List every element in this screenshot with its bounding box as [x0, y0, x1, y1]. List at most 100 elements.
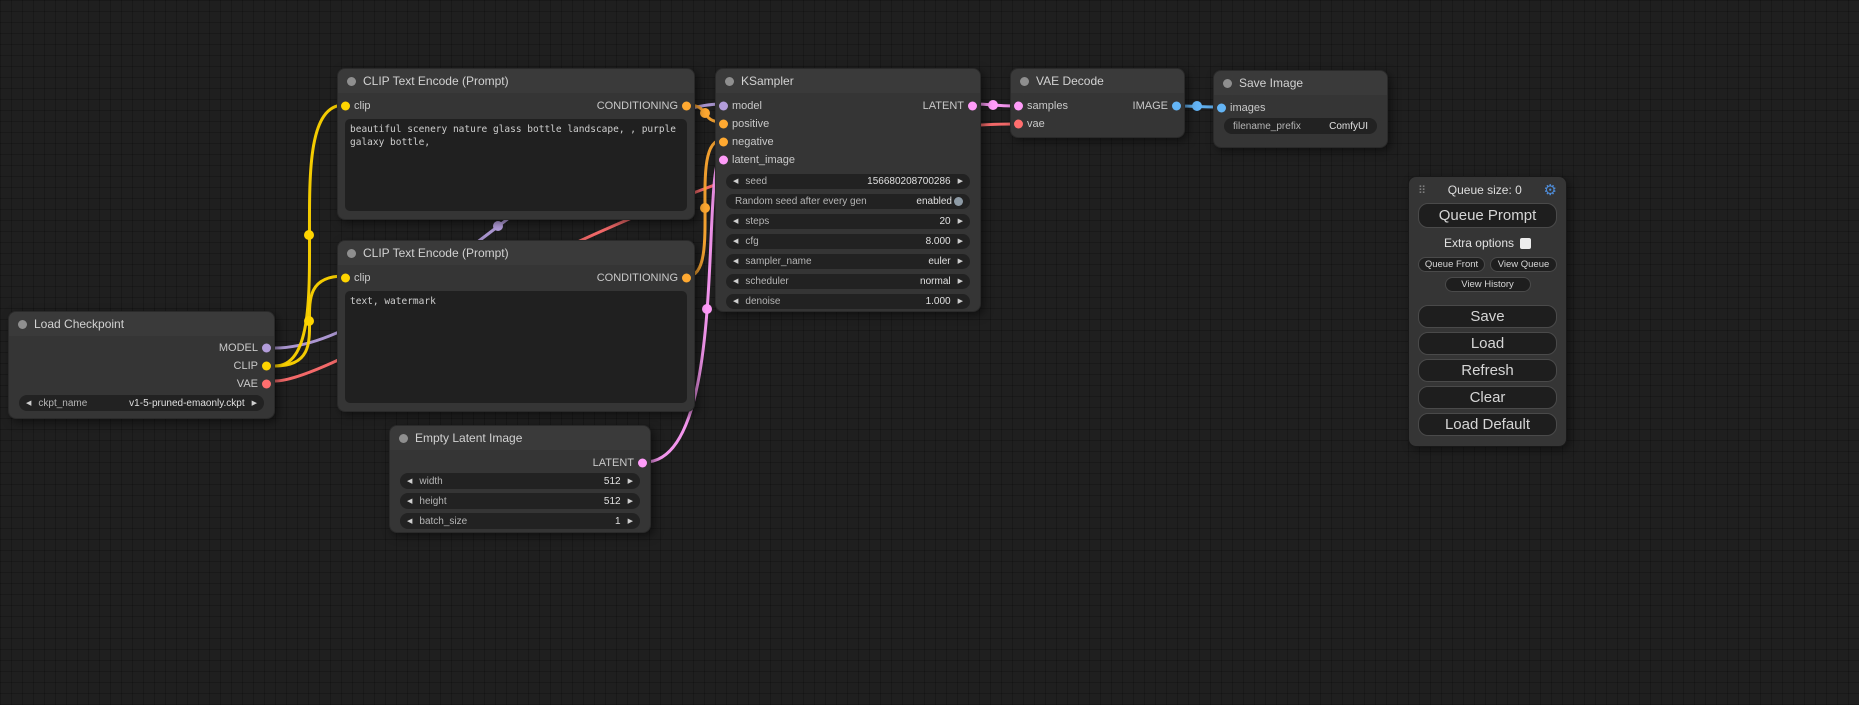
node-title-bar[interactable]: KSampler [716, 69, 980, 93]
increment-arrow-icon[interactable]: ▶ [958, 278, 963, 285]
link-model-midpoint [493, 221, 503, 231]
node-empty-latent-image[interactable]: Empty Latent Image LATENT ◀ width 512 ▶ … [389, 425, 651, 533]
increment-arrow-icon[interactable]: ▶ [958, 258, 963, 265]
widget-random-seed-toggle[interactable]: Random seed after every gen enabled [726, 194, 970, 209]
increment-arrow-icon[interactable]: ▶ [252, 400, 257, 407]
widget-batch-size[interactable]: ◀ batch_size 1 ▶ [400, 513, 640, 529]
decrement-arrow-icon[interactable]: ◀ [407, 498, 412, 505]
widget-ckpt-name[interactable]: ◀ ckpt_name v1-5-pruned-emaonly.ckpt ▶ [19, 395, 264, 411]
increment-arrow-icon[interactable]: ▶ [628, 478, 633, 485]
widget-height[interactable]: ◀ height 512 ▶ [400, 493, 640, 509]
decrement-arrow-icon[interactable]: ◀ [733, 258, 738, 265]
increment-arrow-icon[interactable]: ▶ [628, 518, 633, 525]
node-save-image[interactable]: Save Image images filename_prefix ComfyU… [1213, 70, 1388, 148]
output-slot-clip: CLIP [9, 357, 274, 375]
prompt-textarea[interactable]: beautiful scenery nature glass bottle la… [345, 119, 687, 211]
node-ksampler[interactable]: KSampler model LATENT positive negative … [715, 68, 981, 312]
increment-arrow-icon[interactable]: ▶ [958, 238, 963, 245]
slot-dot-image-output[interactable] [1172, 102, 1181, 111]
node-title-bar[interactable]: CLIP Text Encode (Prompt) [338, 69, 694, 93]
slot-label-model-input: model [732, 100, 762, 112]
node-title-bar[interactable]: Save Image [1214, 71, 1387, 95]
slot-label-model: MODEL [219, 342, 258, 354]
slot-dot-samples-input[interactable] [1014, 102, 1023, 111]
input-slot-positive: positive [716, 115, 980, 133]
comfyui-canvas[interactable]: { "colors": { "model": "#B39DDB", "clip"… [0, 0, 1859, 705]
widget-label: filename_prefix [1233, 121, 1301, 132]
slot-dot-model[interactable] [262, 344, 271, 353]
slot-dot-latent[interactable] [638, 459, 647, 468]
slot-dot-images-input[interactable] [1217, 104, 1226, 113]
slot-row: clip CONDITIONING [338, 97, 694, 115]
node-title-bar[interactable]: CLIP Text Encode (Prompt) [338, 241, 694, 265]
prompt-textarea[interactable]: text, watermark [345, 291, 687, 403]
slot-dot-vae-input[interactable] [1014, 120, 1023, 129]
widget-label: scheduler [745, 276, 788, 287]
load-default-button[interactable]: Load Default [1418, 413, 1557, 436]
extra-options-checkbox[interactable] [1520, 238, 1531, 249]
settings-gear-icon[interactable]: ⚙ [1544, 183, 1557, 198]
collapse-dot-icon[interactable] [18, 320, 27, 329]
widget-sampler-name[interactable]: ◀ sampler_name euler ▶ [726, 254, 970, 269]
view-history-button[interactable]: View History [1445, 277, 1531, 292]
widget-cfg[interactable]: ◀ cfg 8.000 ▶ [726, 234, 970, 249]
slot-dot-vae[interactable] [262, 380, 271, 389]
slot-dot-latent-image-input[interactable] [719, 156, 728, 165]
collapse-dot-icon[interactable] [347, 249, 356, 258]
node-title-bar[interactable]: Empty Latent Image [390, 426, 650, 450]
collapse-dot-icon[interactable] [1223, 79, 1232, 88]
view-queue-button[interactable]: View Queue [1490, 257, 1557, 272]
collapse-dot-icon[interactable] [725, 77, 734, 86]
widget-value: ComfyUI [1329, 121, 1368, 132]
slot-dot-clip[interactable] [262, 362, 271, 371]
widget-filename-prefix[interactable]: filename_prefix ComfyUI [1224, 118, 1377, 134]
node-clip-text-encode-negative[interactable]: CLIP Text Encode (Prompt) clip CONDITION… [337, 240, 695, 412]
drag-handle-icon[interactable]: ⠿ [1418, 184, 1426, 197]
decrement-arrow-icon[interactable]: ◀ [733, 278, 738, 285]
slot-dot-conditioning[interactable] [682, 274, 691, 283]
decrement-arrow-icon[interactable]: ◀ [407, 478, 412, 485]
widget-denoise[interactable]: ◀ denoise 1.000 ▶ [726, 294, 970, 309]
decrement-arrow-icon[interactable]: ◀ [733, 298, 738, 305]
slot-label-samples-input: samples [1027, 100, 1068, 112]
slot-dot-clip-input[interactable] [341, 274, 350, 283]
refresh-button[interactable]: Refresh [1418, 359, 1557, 382]
widget-value: 20 [939, 216, 950, 227]
decrement-arrow-icon[interactable]: ◀ [26, 400, 31, 407]
slot-dot-clip-input[interactable] [341, 102, 350, 111]
link-clip-negative-wire [275, 276, 344, 366]
widget-seed[interactable]: ◀ seed 156680208700286 ▶ [726, 174, 970, 189]
save-button[interactable]: Save [1418, 305, 1557, 328]
slot-dot-model-input[interactable] [719, 102, 728, 111]
slot-dot-latent-output[interactable] [968, 102, 977, 111]
collapse-dot-icon[interactable] [1020, 77, 1029, 86]
node-title-bar[interactable]: VAE Decode [1011, 69, 1184, 93]
decrement-arrow-icon[interactable]: ◀ [733, 178, 738, 185]
node-load-checkpoint[interactable]: Load Checkpoint MODEL CLIP VAE ◀ ckpt_na… [8, 311, 275, 419]
decrement-arrow-icon[interactable]: ◀ [407, 518, 412, 525]
menu-header: ⠿ Queue size: 0 ⚙ [1418, 181, 1557, 199]
increment-arrow-icon[interactable]: ▶ [958, 298, 963, 305]
collapse-dot-icon[interactable] [399, 434, 408, 443]
widget-scheduler[interactable]: ◀ scheduler normal ▶ [726, 274, 970, 289]
queue-front-button[interactable]: Queue Front [1418, 257, 1485, 272]
widget-width[interactable]: ◀ width 512 ▶ [400, 473, 640, 489]
node-clip-text-encode-positive[interactable]: CLIP Text Encode (Prompt) clip CONDITION… [337, 68, 695, 220]
queue-prompt-button[interactable]: Queue Prompt [1418, 203, 1557, 228]
decrement-arrow-icon[interactable]: ◀ [733, 218, 738, 225]
clear-button[interactable]: Clear [1418, 386, 1557, 409]
widget-label: steps [745, 216, 769, 227]
slot-dot-negative-input[interactable] [719, 138, 728, 147]
node-title-bar[interactable]: Load Checkpoint [9, 312, 274, 336]
load-button[interactable]: Load [1418, 332, 1557, 355]
widget-steps[interactable]: ◀ steps 20 ▶ [726, 214, 970, 229]
collapse-dot-icon[interactable] [347, 77, 356, 86]
slot-dot-positive-input[interactable] [719, 120, 728, 129]
slot-dot-conditioning[interactable] [682, 102, 691, 111]
decrement-arrow-icon[interactable]: ◀ [733, 238, 738, 245]
increment-arrow-icon[interactable]: ▶ [958, 178, 963, 185]
increment-arrow-icon[interactable]: ▶ [958, 218, 963, 225]
node-vae-decode[interactable]: VAE Decode samples IMAGE vae [1010, 68, 1185, 138]
increment-arrow-icon[interactable]: ▶ [628, 498, 633, 505]
toggle-dot-icon[interactable] [954, 197, 963, 206]
